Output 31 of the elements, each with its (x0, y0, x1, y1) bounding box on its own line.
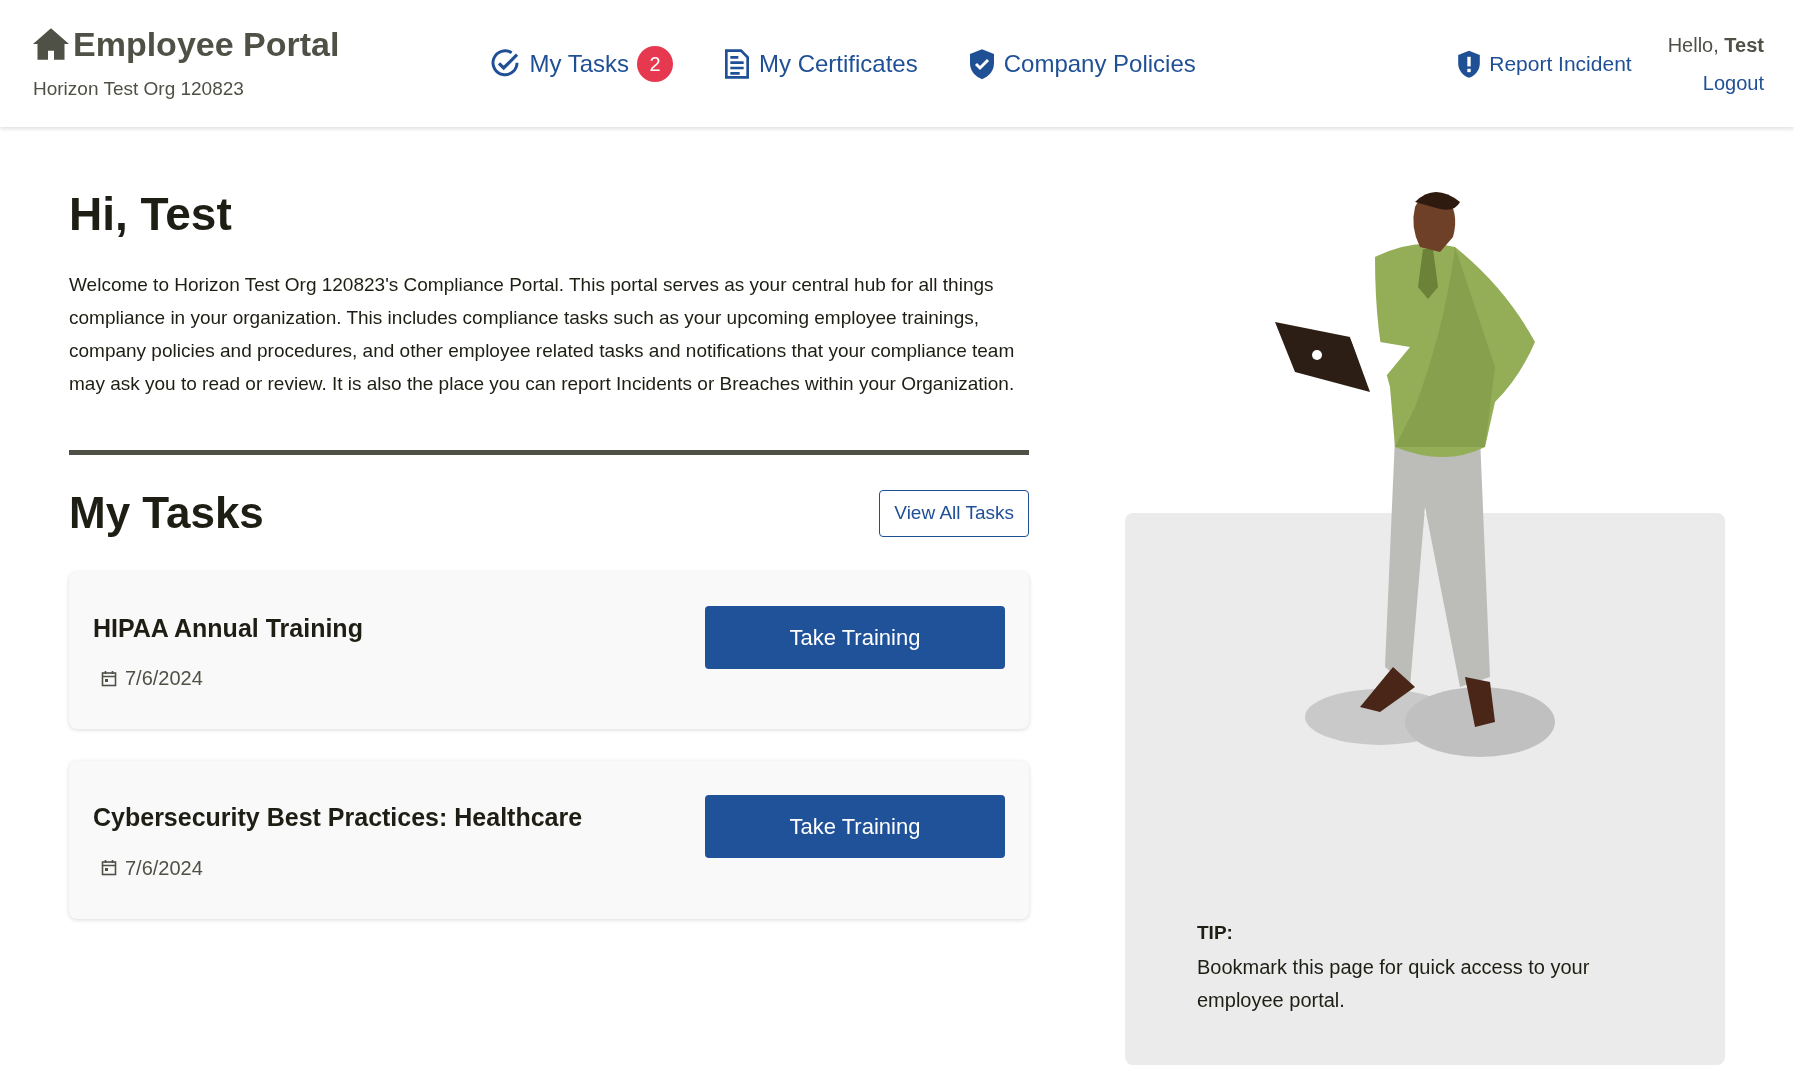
nav-label: Company Policies (1003, 48, 1196, 79)
due-date: 7/6/2024 (125, 666, 203, 692)
nav-link[interactable]: My Tasks 2 (489, 45, 673, 82)
take-training-button[interactable]: Take Training (705, 795, 1005, 859)
calendar-icon (101, 859, 117, 877)
greeting-heading: Hi, Test (69, 187, 233, 242)
count-badge: 2 (637, 45, 673, 82)
home-icon[interactable] (33, 28, 69, 61)
nav-link[interactable]: Company Policies (967, 45, 1196, 82)
document-icon (723, 47, 751, 80)
section-heading: My Tasks (69, 487, 264, 540)
calendar-icon (101, 670, 117, 687)
report-incident-label: Report Incident (1489, 50, 1632, 77)
shield-check-icon (967, 47, 996, 80)
org-name: Horizon Test Org 120823 (33, 77, 245, 102)
tip-text: Bookmark this page for quick access to your employee portal. (1197, 955, 1591, 1013)
nav-label: My Tasks (529, 48, 629, 79)
task-title: HIPAA Annual Training (93, 613, 363, 644)
portal-title[interactable]: Employee Portal (73, 27, 340, 62)
take-training-button[interactable]: Take Training (705, 606, 1005, 669)
report-incident-link[interactable]: Report Incident (1457, 47, 1632, 80)
task-title: Cybersecurity Best Practices: Healthcare (93, 802, 583, 834)
view-all-tasks-button[interactable]: View All Tasks (879, 490, 1029, 537)
tip-label: TIP: (1197, 920, 1234, 945)
greeting: Hello, Test (1667, 32, 1764, 58)
due-date: 7/6/2024 (125, 856, 203, 881)
welcome-paragraph: Welcome to Horizon Test Org 120823's Compliance Portal. This portal serves as your central hub for all things compliance in your organization. This includes compliance tasks such as your upcoming employee trainings, company policies and procedures, and other employee related tasks and notifications that your compliance team may ask you to read or review. It is also the place you can report Incidents or Breaches within your Organization. (69, 273, 1016, 397)
nav-link[interactable]: My Certificates (723, 45, 918, 82)
shield-alert-icon (1457, 48, 1482, 79)
nav-label: My Certificates (759, 48, 918, 79)
logout-link[interactable]: Logout (1702, 67, 1764, 98)
